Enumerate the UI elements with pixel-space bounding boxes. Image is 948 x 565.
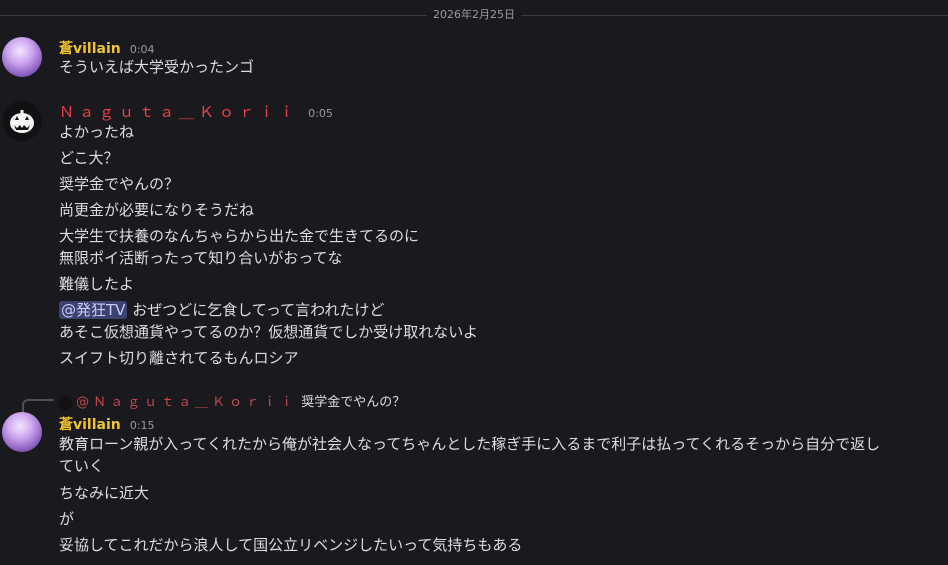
message-line: スイフト切り離されてるもんロシア [59, 349, 299, 367]
message-line: 難儀したよ [59, 275, 135, 293]
timestamp[interactable]: 0:04 [130, 43, 155, 56]
avatar-villain[interactable] [2, 412, 42, 452]
message-line: 無限ポイ活断ったって知り合いがおってな [59, 249, 343, 267]
avatar-villain[interactable] [2, 37, 42, 77]
message-line: 教育ローン親が入ってくれたから俺が社会人なってちゃんとした稼ぎ手に入るまで利子は… [59, 435, 881, 453]
timestamp[interactable]: 0:05 [308, 107, 333, 120]
message-header: 蒼villain 0:15 [59, 414, 155, 434]
message-line: あそこ仮想通貨やってるのか？仮想通貨でしか受け取れないよ [59, 323, 478, 341]
message-line: そういえば大学受かったンゴ [59, 58, 255, 76]
message-text: おぜつどに乞食してって言われたけど [132, 301, 385, 319]
message-line: が [59, 510, 75, 528]
reply-text[interactable]: 奨学金でやんの？ [301, 395, 405, 410]
message-line: ちなみに近大 [59, 484, 150, 502]
pumpkin-icon [10, 110, 34, 133]
message-line: どこ大？ [59, 149, 119, 167]
message-header: 蒼villain 0:04 [59, 38, 155, 58]
timestamp[interactable]: 0:15 [130, 419, 155, 432]
author-name[interactable]: 蒼villain [59, 41, 121, 57]
message-line: 奨学金でやんの？ [59, 175, 180, 193]
reply-author[interactable]: @Ｎａｇｕｔａ＿Ｋｏｒｉｉ [76, 395, 297, 410]
message-line: よかったね [59, 123, 135, 141]
message-line: ていく [59, 457, 105, 475]
message-line: 尚更金が必要になりそうだね [59, 201, 255, 219]
date-divider: 2026年2月25日 [0, 8, 948, 22]
date-divider-label: 2026年2月25日 [427, 8, 521, 21]
author-name[interactable]: Ｎａｇｕｔａ＿Ｋｏｒｉｉ [59, 103, 299, 121]
message-line: 妥協してこれだから浪人して国公立リベンジしたいって気持ちもある [59, 536, 523, 554]
reply-avatar [58, 395, 72, 410]
avatar-naguta[interactable] [2, 101, 42, 141]
message-line: 大学生で扶養のなんちゃらから出た金で生きてるのに [59, 227, 420, 245]
reply-preview[interactable]: @Ｎａｇｕｔａ＿Ｋｏｒｉｉ 奨学金でやんの？ [58, 391, 405, 410]
message-header: Ｎａｇｕｔａ＿Ｋｏｒｉｉ 0:05 [59, 101, 333, 122]
user-mention[interactable]: @発狂TV [59, 301, 128, 319]
message-line-with-mention: @発狂TV おぜつどに乞食してって言われたけど [59, 300, 384, 320]
author-name[interactable]: 蒼villain [59, 417, 121, 433]
